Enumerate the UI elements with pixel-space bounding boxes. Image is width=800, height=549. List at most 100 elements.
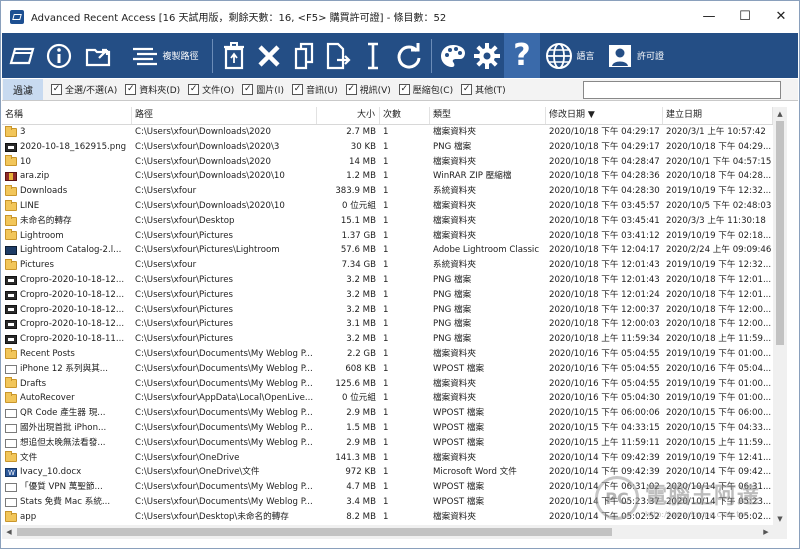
folder-icon [5,259,17,271]
table-row[interactable]: AutoRecover C:\Users\xfour\AppData\Local\… [2,391,773,406]
toolbar: 複製路徑 ? 語言 許可證 [2,33,798,78]
cell-type: 檔案資料夾 [433,511,476,522]
column-header-modified[interactable]: 修改日期 ▼ [546,107,663,124]
column-header-path[interactable]: 路徑 [132,107,317,124]
file-name-text: 「優質 VPN 萬聖節... [20,482,103,493]
vertical-scrollbar[interactable]: ▲ ▼ [773,107,787,525]
refresh-button[interactable] [391,33,427,78]
image-icon [5,320,17,330]
table-row[interactable]: Recent Posts C:\Users\xfour\Documents\My … [2,347,773,362]
delete-button[interactable] [251,33,287,78]
column-header-type[interactable]: 類型 [430,107,546,124]
close-button[interactable]: ✕ [763,1,799,32]
copy-button[interactable] [287,33,321,78]
table-row[interactable]: Cropro-2020-10-18-11... C:\Users\xfour\Pi… [2,332,773,347]
cell-name: app [2,510,132,525]
cell-name: 國外出現首批 iPhon... [2,421,132,436]
file-name-text: Lightroom Catalog-2.l... [20,245,122,256]
cell-type: 檔案資料夾 [433,393,476,404]
rename-button[interactable] [355,33,391,78]
cell-modified: 2020/10/18 下午 03:45:57 [549,200,660,211]
recycle-bin-icon [224,41,244,69]
table-row[interactable]: 國外出現首批 iPhon... C:\Users\xfour\Documents\… [2,421,773,436]
table-row[interactable]: 文件 C:\Users\xfour\OneDrive 141.3 MB 1 檔案資料夾 2… [2,451,773,466]
filter-folders-checkbox[interactable]: ✓ 資料夾(D) [125,83,180,96]
open-window-button[interactable] [2,33,42,78]
cell-name: Stats 免費 Mac 系統... [2,495,132,510]
filter-all-checkbox[interactable]: ✓ 全選/不選(A) [51,83,117,96]
table-row[interactable]: Cropro-2020-10-18-12... C:\Users\xfour\Pi… [2,317,773,332]
cell-name: Cropro-2020-10-18-11... [2,332,132,347]
table-row[interactable]: iPhone 12 系列與其... C:\Users\xfour\Document… [2,362,773,377]
scroll-down-arrow-icon[interactable]: ▼ [773,512,787,525]
language-label: 語言 [576,52,595,62]
cell-type: 系統資料夾 [433,186,476,197]
filter-audio-checkbox[interactable]: ✓ 音訊(U) [291,83,338,96]
table-row[interactable]: Drafts C:\Users\xfour\Documents\My Weblog… [2,377,773,392]
filter-video-checkbox[interactable]: ✓ 視訊(V) [345,83,391,96]
cell-path: C:\Users\xfour\AppData\Local\OpenLive... [135,393,314,404]
table-row[interactable]: Ivacy_10.docx C:\Users\xfour\OneDrive\文件 9… [2,465,773,480]
column-header-size[interactable]: 大小 [317,107,380,124]
cell-type: 檔案資料夾 [433,230,476,241]
cell-count: 1 [383,230,389,241]
horizontal-scrollbar[interactable]: ◀ ▶ [2,525,773,539]
vertical-scroll-thumb[interactable] [776,121,784,345]
cell-name: Pictures [2,258,132,273]
cell-count: 1 [383,304,389,315]
table-row[interactable]: Cropro-2020-10-18-12... C:\Users\xfour\Pi… [2,273,773,288]
table-row[interactable]: 未命名的轉存 C:\Users\xfour\Desktop 15.1 MB 1 檔案資料… [2,214,773,229]
move-button[interactable] [321,33,355,78]
settings-button[interactable] [470,33,504,78]
cell-type: WPOST 檔案 [433,422,485,433]
table-row[interactable]: 想追但太晚無法看發... C:\Users\xfour\Documents\My … [2,436,773,451]
table-row[interactable]: Pictures C:\Users\xfour 7.34 GB 1 系統資料夾 2020/… [2,258,773,273]
language-button[interactable]: 語言 [540,33,600,78]
table-row[interactable]: app C:\Users\xfour\Desktop\未命名的轉存 8.2 MB 1 檔… [2,510,773,525]
table-row[interactable]: LINE C:\Users\xfour\Downloads\2020\10 0 位元… [2,199,773,214]
table-row[interactable]: Cropro-2020-10-18-12... C:\Users\xfour\Pi… [2,303,773,318]
cell-type: WPOST 檔案 [433,408,485,419]
table-row[interactable]: 「優質 VPN 萬聖節... C:\Users\xfour\Documents\M… [2,480,773,495]
filter-images-checkbox[interactable]: ✓ 圖片(I) [242,83,284,96]
table-row[interactable]: Stats 免費 Mac 系統... C:\Users\xfour\Documen… [2,495,773,510]
filter-archives-checkbox[interactable]: ✓ 壓縮包(C) [398,83,453,96]
cell-count: 1 [383,452,389,463]
table-row[interactable]: Downloads C:\Users\xfour 383.9 MB 1 系統資料夾 202… [2,184,773,199]
table-row[interactable]: 3 C:\Users\xfour\Downloads\2020 2.7 MB 1 檔案資… [2,125,773,140]
filter-label: 過濾 [3,79,43,100]
column-header-name[interactable]: 名稱 [2,107,132,124]
column-header-created[interactable]: 建立日期 [663,107,773,124]
recycle-button[interactable] [217,33,251,78]
scroll-left-arrow-icon[interactable]: ◀ [2,525,16,539]
table-row[interactable]: Lightroom C:\Users\xfour\Pictures 1.37 GB 1… [2,229,773,244]
cell-type: Microsoft Word 文件 [433,467,517,478]
theme-button[interactable] [436,33,470,78]
license-button[interactable]: 許可證 [600,33,670,78]
column-header-count[interactable]: 次數 [380,107,430,124]
info-button[interactable] [42,33,76,78]
file-name-text: Cropro-2020-10-18-12... [20,274,125,285]
cell-type: WPOST 檔案 [433,437,485,448]
scroll-up-arrow-icon[interactable]: ▲ [773,107,787,120]
filter-other-checkbox[interactable]: ✓ 其他(T) [461,83,506,96]
table-row[interactable]: ara.zip C:\Users\xfour\Downloads\2020\10 1… [2,169,773,184]
minimize-button[interactable]: — [691,1,727,32]
table-row[interactable]: Lightroom Catalog-2.l... C:\Users\xfour\P… [2,243,773,258]
search-input[interactable] [583,81,781,99]
maximize-button[interactable]: ☐ [727,1,763,32]
cell-type: 檔案資料夾 [433,156,476,167]
table-row[interactable]: 10 C:\Users\xfour\Downloads\2020 14 MB 1 檔案資… [2,155,773,170]
table-row[interactable]: Cropro-2020-10-18-12... C:\Users\xfour\Pi… [2,288,773,303]
table-row[interactable]: 2020-10-18_162915.png C:\Users\xfour\Down… [2,140,773,155]
copy-path-button[interactable]: 複製路徑 [122,33,208,78]
image-icon [5,305,17,315]
cell-created: 2020/10/15 上午 11:59... [666,437,772,448]
text-cursor-icon [368,42,378,69]
scroll-right-arrow-icon[interactable]: ▶ [759,525,773,539]
table-row[interactable]: QR Code 產生器 現... C:\Users\xfour\Documents… [2,406,773,421]
horizontal-scroll-thumb[interactable] [17,528,612,536]
open-folder-button[interactable] [76,33,122,78]
help-button[interactable]: ? [504,33,540,78]
filter-documents-checkbox[interactable]: ✓ 文件(O) [188,83,234,96]
